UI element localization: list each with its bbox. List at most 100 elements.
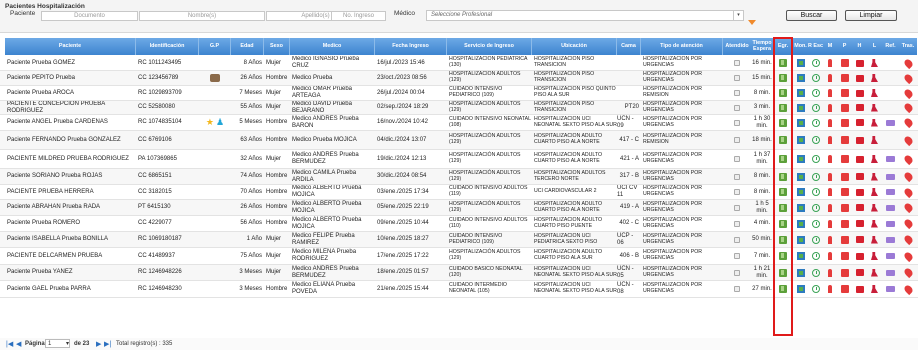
referral-icon[interactable] bbox=[886, 220, 895, 227]
kit-icon[interactable] bbox=[855, 252, 864, 260]
clock-icon[interactable] bbox=[811, 285, 820, 293]
column-header[interactable]: L bbox=[867, 38, 882, 55]
procedure-icon[interactable] bbox=[840, 136, 849, 144]
column-header[interactable]: G.P bbox=[199, 38, 231, 55]
procedure-icon[interactable] bbox=[840, 268, 849, 277]
procedure-icon[interactable] bbox=[840, 252, 849, 260]
atendido-checkbox[interactable] bbox=[734, 189, 740, 195]
column-header[interactable]: Cama bbox=[617, 38, 641, 55]
column-header[interactable]: Paciente bbox=[5, 38, 136, 55]
monitor-icon[interactable] bbox=[796, 203, 805, 212]
medication-icon[interactable] bbox=[828, 89, 832, 97]
lab-icon[interactable] bbox=[871, 188, 878, 196]
location-pin-icon[interactable] bbox=[902, 116, 914, 129]
clock-icon[interactable] bbox=[811, 74, 820, 82]
kit-icon[interactable] bbox=[855, 89, 864, 97]
referral-icon[interactable] bbox=[886, 204, 895, 211]
column-header[interactable]: P bbox=[837, 38, 852, 55]
clock-icon[interactable] bbox=[811, 219, 820, 228]
procedure-icon[interactable] bbox=[840, 235, 849, 244]
lab-icon[interactable] bbox=[871, 219, 878, 228]
referral-icon[interactable] bbox=[886, 269, 895, 276]
location-pin-icon[interactable] bbox=[902, 134, 914, 146]
medication-icon[interactable] bbox=[828, 252, 832, 260]
procedure-icon[interactable] bbox=[840, 74, 849, 82]
column-header[interactable]: Ubicación bbox=[532, 38, 617, 55]
column-header[interactable]: Tiempo Espera bbox=[751, 38, 773, 55]
procedure-icon[interactable] bbox=[840, 203, 849, 212]
medication-icon[interactable] bbox=[828, 155, 832, 163]
kit-icon[interactable] bbox=[855, 204, 864, 211]
column-header[interactable]: M bbox=[823, 38, 837, 55]
clock-icon[interactable] bbox=[811, 103, 820, 112]
medication-icon[interactable] bbox=[828, 172, 832, 181]
column-header[interactable]: R Esc bbox=[808, 38, 823, 55]
medication-icon[interactable] bbox=[828, 118, 832, 127]
lab-icon[interactable] bbox=[871, 118, 878, 127]
location-pin-icon[interactable] bbox=[902, 283, 914, 295]
kit-icon[interactable] bbox=[855, 104, 864, 111]
medication-icon[interactable] bbox=[828, 74, 832, 82]
column-header[interactable]: Medico bbox=[290, 38, 375, 55]
lab-icon[interactable] bbox=[871, 155, 878, 163]
expand-arrow-icon[interactable] bbox=[748, 20, 756, 25]
lab-icon[interactable] bbox=[871, 203, 878, 212]
referral-icon[interactable] bbox=[886, 156, 895, 162]
clock-icon[interactable] bbox=[811, 59, 820, 67]
lab-icon[interactable] bbox=[871, 285, 878, 293]
kit-icon[interactable] bbox=[855, 155, 864, 163]
location-pin-icon[interactable] bbox=[902, 266, 914, 279]
procedure-icon[interactable] bbox=[840, 172, 849, 181]
location-pin-icon[interactable] bbox=[902, 201, 914, 214]
location-pin-icon[interactable] bbox=[902, 72, 914, 84]
atendido-checkbox[interactable] bbox=[734, 236, 740, 243]
lab-icon[interactable] bbox=[871, 252, 878, 260]
referral-icon[interactable] bbox=[886, 119, 895, 126]
atendido-checkbox[interactable] bbox=[734, 220, 740, 227]
chevron-down-icon[interactable]: ▾ bbox=[733, 11, 743, 20]
clock-icon[interactable] bbox=[811, 188, 820, 196]
clock-icon[interactable] bbox=[811, 203, 820, 212]
monitor-icon[interactable] bbox=[796, 89, 805, 97]
atendido-checkbox[interactable] bbox=[734, 60, 740, 66]
column-header[interactable]: Edad bbox=[231, 38, 264, 55]
location-pin-icon[interactable] bbox=[902, 153, 914, 165]
procedure-icon[interactable] bbox=[840, 285, 849, 293]
clock-icon[interactable] bbox=[811, 89, 820, 97]
monitor-icon[interactable] bbox=[796, 235, 805, 244]
kit-icon[interactable] bbox=[855, 220, 864, 227]
medication-icon[interactable] bbox=[828, 203, 832, 212]
column-header[interactable]: Atendido bbox=[723, 38, 751, 55]
column-header[interactable]: Servicio de Ingreso bbox=[447, 38, 532, 55]
lab-icon[interactable] bbox=[871, 172, 878, 181]
lab-icon[interactable] bbox=[871, 103, 878, 112]
atendido-checkbox[interactable] bbox=[734, 173, 740, 180]
clock-icon[interactable] bbox=[811, 235, 820, 244]
medication-icon[interactable] bbox=[828, 59, 832, 67]
procedure-icon[interactable] bbox=[840, 219, 849, 228]
atendido-checkbox[interactable] bbox=[734, 90, 740, 96]
location-pin-icon[interactable] bbox=[902, 170, 914, 183]
monitor-icon[interactable] bbox=[796, 103, 805, 112]
location-pin-icon[interactable] bbox=[902, 233, 914, 246]
referral-icon[interactable] bbox=[886, 189, 895, 195]
atendido-checkbox[interactable] bbox=[734, 286, 740, 292]
procedure-icon[interactable] bbox=[840, 118, 849, 127]
atendido-checkbox[interactable] bbox=[734, 75, 740, 81]
atendido-checkbox[interactable] bbox=[734, 253, 740, 259]
medication-icon[interactable] bbox=[828, 235, 832, 244]
monitor-icon[interactable] bbox=[796, 268, 805, 277]
procedure-icon[interactable] bbox=[840, 59, 849, 67]
column-header[interactable]: Ref. bbox=[882, 38, 899, 55]
buscar-button[interactable]: Buscar bbox=[786, 10, 837, 21]
kit-icon[interactable] bbox=[855, 173, 864, 180]
column-header[interactable]: Tipo de atención bbox=[641, 38, 723, 55]
clock-icon[interactable] bbox=[811, 252, 820, 260]
location-pin-icon[interactable] bbox=[902, 217, 914, 230]
lab-icon[interactable] bbox=[871, 268, 878, 277]
lab-icon[interactable] bbox=[871, 59, 878, 67]
first-page-icon[interactable]: |◀ bbox=[6, 340, 13, 348]
kit-icon[interactable] bbox=[855, 59, 864, 67]
medication-icon[interactable] bbox=[828, 188, 832, 196]
location-pin-icon[interactable] bbox=[902, 186, 914, 198]
